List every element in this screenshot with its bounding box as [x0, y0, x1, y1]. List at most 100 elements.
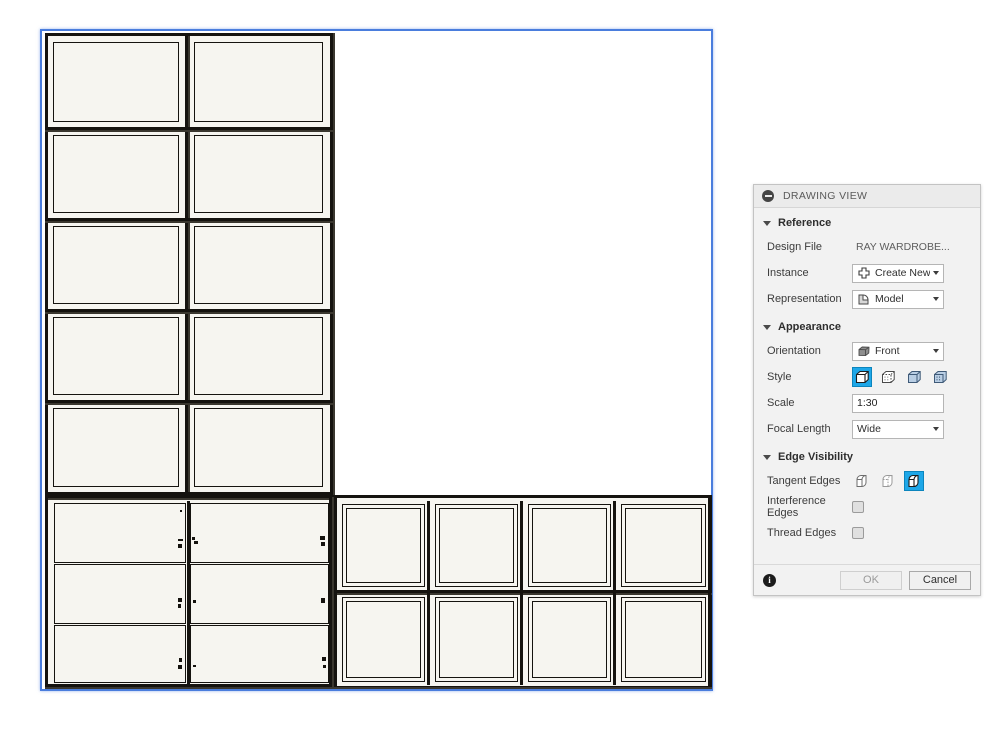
drawer-front[interactable]	[54, 564, 186, 624]
drawer-hardware-mark	[178, 598, 182, 602]
chevron-down-icon[interactable]	[933, 271, 939, 275]
dialog-body: Reference Design File RAY WARDROBE... In…	[754, 212, 980, 546]
drawer-hardware-mark	[321, 542, 325, 546]
scale-input[interactable]: 1:30	[852, 393, 944, 413]
cancel-button[interactable]: Cancel	[909, 570, 971, 590]
focal-length-value: Wide	[857, 423, 881, 435]
value-design-file: RAY WARDROBE...	[856, 241, 950, 253]
section-label-edge-visibility: Edge Visibility	[778, 451, 853, 463]
section-label-reference: Reference	[778, 217, 832, 229]
tall-unit-left-side	[45, 33, 48, 495]
lower-right-divider	[427, 501, 430, 685]
cubby-cell[interactable]	[342, 597, 425, 682]
tall-unit-shelf-3-edge	[45, 312, 333, 314]
dialog-title: DRAWING VIEW	[783, 190, 868, 202]
dialog-titlebar[interactable]: DRAWING VIEW	[754, 185, 980, 208]
drawer-hardware-mark	[178, 604, 181, 608]
chevron-down-icon[interactable]	[933, 349, 939, 353]
drawer-hardware-mark	[193, 600, 196, 603]
drawer-front[interactable]	[54, 625, 186, 683]
tangent-edges-on-icon[interactable]	[904, 471, 924, 491]
tall-unit-compartment[interactable]	[53, 226, 179, 304]
drawer-hardware-mark	[192, 537, 195, 540]
cubby-cell[interactable]	[342, 504, 425, 587]
thread-edges-checkbox[interactable]	[852, 527, 864, 539]
tall-unit-compartment[interactable]	[194, 42, 323, 122]
row-focal-length: Focal Length Wide	[754, 416, 980, 442]
label-style: Style	[767, 371, 792, 383]
cubby-cell[interactable]	[528, 504, 611, 587]
app-root: DRAWING VIEW Reference Design File RAY W…	[0, 0, 999, 747]
ok-button[interactable]: OK	[840, 570, 902, 590]
drawer-front[interactable]	[190, 503, 329, 563]
label-scale: Scale	[767, 397, 795, 409]
label-instance: Instance	[767, 267, 809, 279]
orientation-dropdown[interactable]: Front	[852, 341, 944, 361]
label-tangent-edges: Tangent Edges	[767, 475, 841, 487]
model-icon	[858, 294, 869, 304]
caret-down-icon[interactable]	[763, 324, 771, 330]
create-new-icon	[858, 266, 870, 279]
cubby-cell[interactable]	[621, 504, 706, 587]
drawer-front[interactable]	[54, 503, 186, 563]
shaded-icon[interactable]	[904, 367, 924, 387]
label-interference-edges: Interference Edges	[767, 495, 826, 519]
drawer-front[interactable]	[190, 625, 329, 683]
tangent-edges-button-group[interactable]	[852, 471, 924, 491]
tall-unit-compartment[interactable]	[53, 317, 179, 395]
instance-dropdown[interactable]: Create New	[852, 263, 944, 283]
tall-unit-top-rail	[45, 33, 333, 36]
drawer-hardware-mark	[193, 665, 196, 667]
lower-right-divider	[520, 501, 523, 685]
cube-orientation-icon	[858, 346, 870, 356]
tall-unit-shelf-2-edge	[45, 221, 333, 223]
row-thread-edges: Thread Edges	[754, 520, 980, 546]
section-header-appearance[interactable]: Appearance	[754, 316, 980, 338]
cubby-cell[interactable]	[528, 597, 611, 682]
cubby-cell[interactable]	[435, 597, 518, 682]
cubby-cell[interactable]	[435, 504, 518, 587]
tall-unit-compartment[interactable]	[53, 408, 179, 487]
tall-unit-shelf-4-edge	[45, 403, 333, 405]
tall-unit-compartment[interactable]	[194, 226, 323, 304]
tall-unit-compartment[interactable]	[194, 317, 323, 395]
drawing-canvas[interactable]	[0, 0, 740, 747]
drawer-hardware-mark	[194, 541, 198, 544]
visible-edges-icon[interactable]	[852, 367, 872, 387]
representation-value: Model	[875, 293, 904, 305]
tall-unit-shelf-1-edge	[45, 130, 333, 132]
drawer-unit-left-side	[45, 497, 48, 687]
style-button-group[interactable]	[852, 367, 950, 387]
tangent-edges-dimmed-icon[interactable]	[878, 471, 898, 491]
row-interference-edges: Interference Edges	[754, 494, 980, 520]
visible-and-hidden-edges-icon[interactable]	[878, 367, 898, 387]
caret-down-icon[interactable]	[763, 220, 771, 226]
tall-unit-compartment[interactable]	[194, 135, 323, 213]
cubby-cell[interactable]	[621, 597, 706, 682]
drawing-view-dialog[interactable]: DRAWING VIEW Reference Design File RAY W…	[753, 184, 981, 596]
drawing-view-selection-frame[interactable]	[40, 29, 713, 691]
shaded-with-hidden-edges-icon[interactable]	[930, 367, 950, 387]
representation-dropdown[interactable]: Model	[852, 289, 944, 309]
tall-unit-compartment[interactable]	[194, 408, 323, 487]
caret-down-icon[interactable]	[763, 454, 771, 460]
focal-length-dropdown[interactable]: Wide	[852, 419, 944, 439]
minus-circle-icon[interactable]	[762, 190, 774, 202]
drawer-hardware-mark	[322, 657, 326, 661]
instance-value: Create New	[875, 267, 930, 279]
chevron-down-icon[interactable]	[933, 427, 939, 431]
drawer-front[interactable]	[190, 564, 329, 624]
lower-right-right-side	[708, 497, 711, 687]
info-icon[interactable]: i	[763, 573, 776, 587]
row-style: Style	[754, 364, 980, 390]
tall-unit-compartment[interactable]	[53, 42, 179, 122]
chevron-down-icon[interactable]	[933, 297, 939, 301]
lower-right-left-side	[334, 497, 337, 687]
tangent-edges-off-icon[interactable]	[852, 471, 872, 491]
row-instance: Instance Create New	[754, 260, 980, 286]
section-header-reference[interactable]: Reference	[754, 212, 980, 234]
section-header-edge-visibility[interactable]: Edge Visibility	[754, 446, 980, 468]
tall-unit-compartment[interactable]	[53, 135, 179, 213]
interference-edges-checkbox[interactable]	[852, 501, 864, 513]
orientation-value: Front	[875, 345, 900, 357]
